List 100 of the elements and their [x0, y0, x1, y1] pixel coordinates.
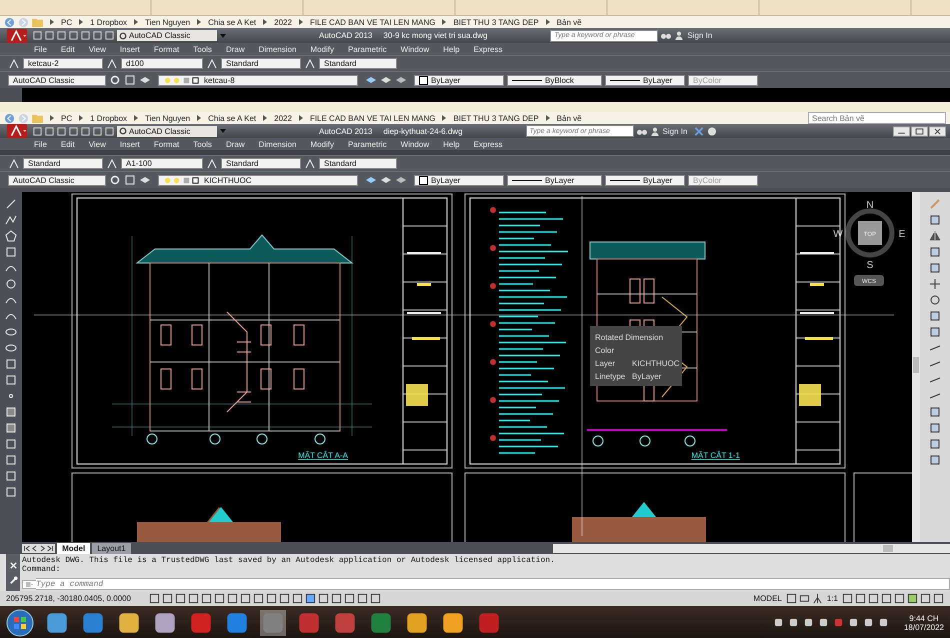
menu-item[interactable]: Window: [400, 44, 430, 54]
breadcrumb-link[interactable]: 2022: [274, 18, 292, 26]
menu-item[interactable]: Format: [154, 140, 180, 148]
linetype-dropdown[interactable]: ByLayer: [507, 174, 602, 186]
breadcrumb-link[interactable]: BIET THU 3 TANG DEP: [453, 18, 539, 26]
clock-time[interactable]: 9:44 CH: [909, 614, 939, 622]
breadcrumb-link[interactable]: Chia se A Ket: [208, 114, 256, 122]
menu-item[interactable]: Help: [443, 44, 460, 54]
style-dropdown[interactable]: Standard: [23, 158, 103, 169]
breadcrumb-link[interactable]: Bản vẽ: [556, 18, 582, 26]
property-value: ByLayer: [545, 176, 574, 184]
clock-date[interactable]: 18/07/2022: [904, 622, 944, 632]
workspace-name: AutoCAD Classic: [129, 31, 190, 40]
breadcrumb-link[interactable]: FILE CAD BAN VE TAI LEN MANG: [310, 114, 436, 122]
workspace-dropdown[interactable]: AutoCAD Classic: [8, 174, 106, 186]
command-input-field[interactable]: Type a command: [36, 578, 950, 590]
menu-item[interactable]: File: [34, 140, 47, 148]
menu-item[interactable]: Insert: [120, 44, 140, 54]
property-value: ByLayer: [431, 176, 460, 184]
breadcrumb-link[interactable]: Tien Nguyen: [145, 114, 190, 122]
section-title: MẶT CẮT A-A: [298, 451, 348, 460]
annotation-scale-dropdown[interactable]: 1:1: [824, 594, 840, 603]
command-history-line: Autodesk DWG. This file is a TrustedDWG last saved by an Autodesk application or Autodesk licensed application.: [22, 556, 556, 565]
color-dropdown[interactable]: ByLayer: [414, 74, 504, 86]
property-value: ByLayer: [643, 76, 672, 84]
breadcrumb-link[interactable]: PC: [61, 18, 72, 26]
workspace-name: AutoCAD Classic: [129, 126, 190, 136]
file-name: diep-kythuat-24-6.dwg: [383, 126, 463, 136]
style-dropdown[interactable]: Standard: [319, 158, 397, 169]
layout-tab[interactable]: Model: [57, 542, 90, 554]
lineweight-dropdown[interactable]: ByLayer: [605, 74, 685, 86]
menu-item[interactable]: Help: [443, 140, 460, 148]
style-dropdown[interactable]: d100: [121, 58, 203, 69]
menu-item[interactable]: Insert: [120, 140, 140, 148]
menu-item[interactable]: File: [34, 44, 47, 54]
layer-name: ketcau-8: [204, 76, 235, 84]
linetype-dropdown[interactable]: ByBlock: [507, 74, 602, 86]
command-history-line: Command:: [22, 565, 62, 574]
compass-label[interactable]: E: [898, 229, 906, 240]
breadcrumb-link[interactable]: BIET THU 3 TANG DEP: [453, 114, 539, 122]
compass-label[interactable]: N: [866, 200, 874, 211]
compass-label[interactable]: S: [866, 260, 874, 271]
coordinates-readout: 205795.2718, -30180.0405, 0.0000: [6, 594, 132, 603]
color-dropdown[interactable]: ByLayer: [414, 174, 504, 186]
workspace-dropdown[interactable]: AutoCAD Classic: [8, 74, 106, 86]
menu-item[interactable]: View: [88, 140, 106, 148]
sign-in-link[interactable]: Sign In: [662, 126, 688, 136]
file-name: 30-9 kc mong viet tri sua.dwg: [383, 31, 488, 40]
breadcrumb-link[interactable]: 2022: [274, 114, 292, 122]
style-dropdown[interactable]: A1-100: [121, 158, 203, 169]
workspace-dropdown[interactable]: AutoCAD Classic: [117, 30, 217, 41]
breadcrumb-link[interactable]: Bản vẽ: [556, 114, 582, 122]
property-value: ByBlock: [545, 76, 574, 84]
menu-item[interactable]: View: [88, 44, 106, 54]
tooltip-label: Linetype: [595, 372, 626, 381]
breadcrumb-link[interactable]: Chia se A Ket: [208, 18, 256, 26]
menu-item[interactable]: Window: [400, 140, 430, 148]
breadcrumb-link[interactable]: 1 Dropbox: [90, 18, 128, 26]
layer-dropdown[interactable]: KICHTHUOC: [158, 174, 358, 186]
menu-item[interactable]: Express: [474, 140, 502, 148]
property-value: ByLayer: [643, 176, 672, 184]
menu-item[interactable]: Modify: [310, 140, 334, 148]
menu-item[interactable]: Edit: [60, 140, 75, 148]
search-field[interactable]: Search Bản vẽ: [808, 112, 946, 124]
style-dropdown[interactable]: Standard: [319, 58, 397, 69]
menu-item[interactable]: Edit: [60, 44, 75, 54]
menu-item[interactable]: Dimension: [258, 140, 296, 148]
menu-item[interactable]: Tools: [193, 140, 212, 148]
layer-name: KICHTHUOC: [204, 176, 252, 184]
property-value: ByColor: [693, 76, 722, 84]
menu-item[interactable]: Tools: [193, 44, 212, 54]
menu-item[interactable]: Modify: [310, 44, 334, 54]
menu-item[interactable]: Dimension: [258, 44, 296, 54]
menu-item[interactable]: Draw: [226, 140, 245, 148]
style-dropdown[interactable]: ketcau-2: [23, 58, 103, 69]
lineweight-dropdown[interactable]: ByLayer: [605, 174, 685, 186]
breadcrumb-link[interactable]: FILE CAD BAN VE TAI LEN MANG: [310, 18, 436, 26]
tooltip-title: Rotated Dimension: [595, 333, 664, 342]
workspace-dropdown[interactable]: AutoCAD Classic: [117, 126, 217, 136]
menu-item[interactable]: Express: [474, 44, 502, 54]
style-dropdown[interactable]: Standard: [221, 158, 301, 169]
model-space-button[interactable]: MODEL: [751, 594, 784, 603]
section-title: MẶT CẮT 1-1: [691, 451, 740, 460]
menu-item[interactable]: Format: [154, 44, 180, 54]
menu-item[interactable]: Parametric: [348, 44, 387, 54]
layer-dropdown[interactable]: ketcau-8: [158, 74, 358, 86]
property-value: ByLayer: [431, 76, 460, 84]
tooltip-value: ByLayer: [632, 372, 662, 381]
layout-tab[interactable]: Layout1: [92, 542, 131, 554]
breadcrumb-link[interactable]: Tien Nguyen: [145, 18, 190, 26]
window-title: AutoCAD 2013: [319, 31, 372, 40]
breadcrumb-link[interactable]: 1 Dropbox: [90, 114, 128, 122]
tooltip-label: Layer: [595, 359, 616, 368]
menu-item[interactable]: Parametric: [348, 140, 387, 148]
style-dropdown[interactable]: Standard: [221, 58, 301, 69]
breadcrumb-link[interactable]: PC: [61, 114, 72, 122]
tooltip-value: KICHTHUOC: [632, 359, 680, 368]
sign-in-link[interactable]: Sign In: [687, 31, 712, 40]
menu-item[interactable]: Draw: [226, 44, 245, 54]
tooltip-label: Color: [595, 346, 614, 355]
